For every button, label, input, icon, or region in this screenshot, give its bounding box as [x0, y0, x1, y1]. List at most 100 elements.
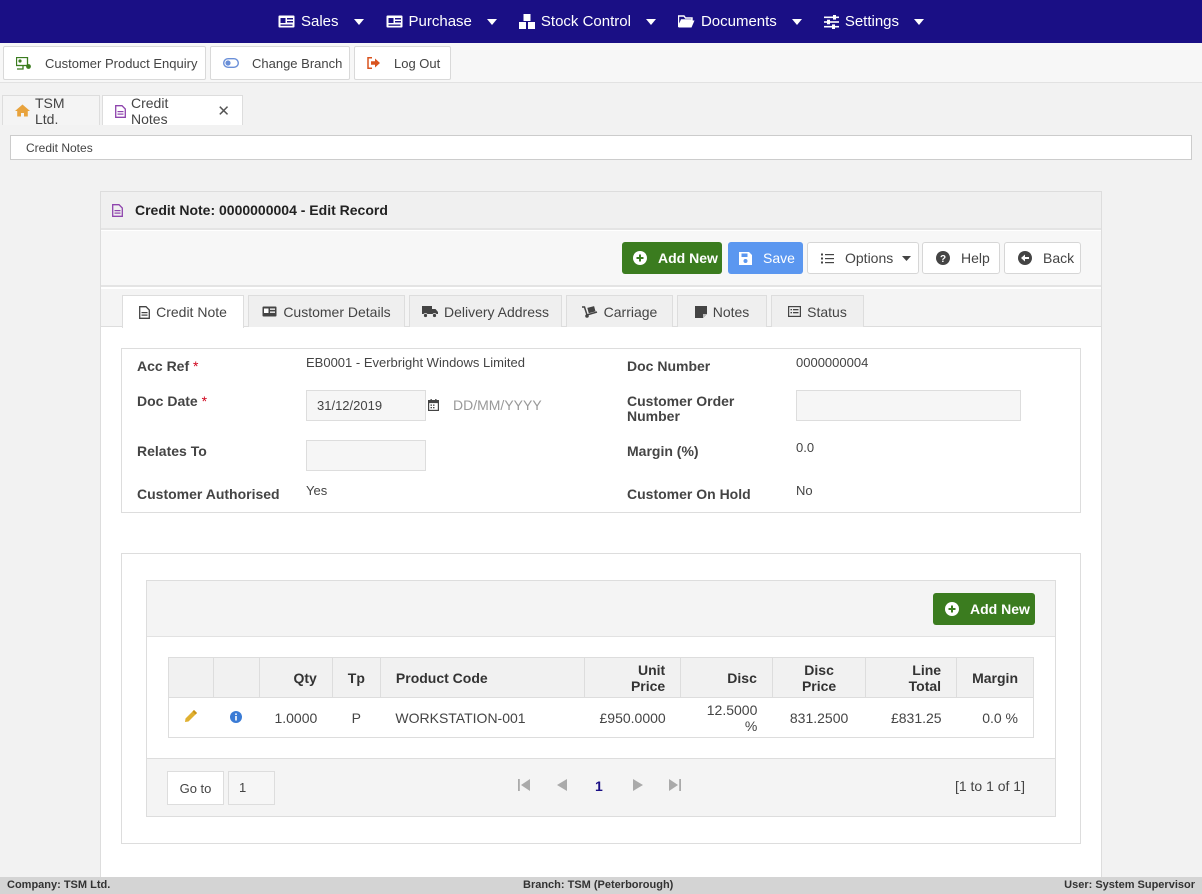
options-label: Options [845, 250, 894, 266]
margin-label: Margin (%) [627, 443, 699, 459]
info-circle-icon[interactable] [230, 710, 243, 723]
nav-settings-label: Settings [844, 13, 900, 30]
sign-out-icon [367, 57, 381, 69]
customer-authorised-value: Yes [306, 483, 328, 498]
caret-down-icon [353, 18, 364, 25]
next-page-icon[interactable] [633, 779, 644, 791]
customer-order-number-label-line1: Customer Order [627, 393, 735, 409]
tab-status[interactable]: Status [771, 295, 864, 327]
column-header-tp[interactable]: Tp [331, 657, 381, 698]
save-label: Save [763, 250, 795, 266]
status-branch: Branch: TSM (Peterborough) [523, 879, 674, 891]
back-button[interactable]: Back [1004, 242, 1081, 274]
add-new-button[interactable]: Add New [622, 242, 722, 274]
save-button[interactable]: Save [728, 242, 803, 274]
column-header-disc[interactable]: Disc [680, 657, 773, 698]
folder-open-icon [677, 15, 695, 28]
svg-text:?: ? [940, 254, 946, 265]
cell-line-total: £831.25 [865, 697, 957, 738]
help-button[interactable]: ? Help [922, 242, 1000, 274]
doc-date-input[interactable]: 31/12/2019 [306, 390, 426, 421]
calendar-icon[interactable] [428, 399, 439, 411]
last-page-icon[interactable] [669, 779, 681, 791]
nav-settings[interactable]: Settings [813, 0, 935, 43]
column-header-qty[interactable]: Qty [258, 657, 333, 698]
customer-order-number-input[interactable] [796, 390, 1021, 421]
customer-authorised-label: Customer Authorised [137, 486, 280, 502]
lines-toolbar: Add New [147, 581, 1055, 637]
tab-customer-details-label: Customer Details [283, 303, 391, 320]
tab-credit-notes-label: Credit Notes [131, 95, 169, 127]
tab-status-label: Status [807, 303, 847, 320]
first-page-icon[interactable] [518, 779, 530, 791]
column-header-info [212, 657, 260, 698]
tab-credit-note-label: Credit Note [156, 304, 227, 320]
go-to-button[interactable]: Go to [167, 771, 224, 805]
pencil-icon[interactable] [184, 709, 198, 723]
required-marker: * [193, 358, 199, 374]
back-label: Back [1043, 250, 1075, 266]
customer-product-enquiry-label: Customer Product Enquiry [45, 55, 198, 71]
relates-to-input[interactable] [306, 440, 426, 471]
previous-page-icon[interactable] [556, 779, 567, 791]
pagination-bar: Go to 1 1 [1 to 1 of 1] [147, 759, 1055, 816]
cell-tp: P [332, 697, 381, 738]
nav-purchase[interactable]: Purchase [375, 0, 508, 43]
question-circle-icon: ? [936, 251, 950, 265]
doc-date-label: Doc Date * [137, 394, 207, 409]
credit-note-panel: Credit Note: 0000000004 - Edit Record Ad… [100, 191, 1102, 891]
close-icon[interactable]: ✕ [217, 102, 230, 120]
tab-credit-note[interactable]: Credit Note [122, 295, 244, 328]
go-to-page-input[interactable]: 1 [228, 771, 275, 805]
column-header-line-total[interactable]: Line Total [865, 657, 958, 698]
lines-table: Qty Tp Product Code Unit Price Disc Disc… [168, 657, 1034, 738]
margin-value: 0.0 [796, 440, 815, 455]
caret-down-icon [914, 18, 925, 25]
nav-purchase-label: Purchase [408, 13, 472, 30]
column-header-edit [168, 657, 214, 698]
file-icon [115, 104, 126, 118]
change-branch-button[interactable]: Change Branch [210, 46, 350, 80]
plus-circle-icon [945, 602, 959, 616]
truck-icon [421, 305, 438, 318]
table-row[interactable]: 1.0000 P WORKSTATION-001 £950.0000 12.50… [168, 697, 1034, 738]
nav-stock-control[interactable]: Stock Control [508, 0, 667, 43]
nav-sales-label: Sales [300, 13, 339, 30]
status-company: Company: TSM Ltd. [7, 879, 111, 891]
caret-down-icon [902, 255, 912, 261]
customer-on-hold-label: Customer On Hold [627, 486, 751, 502]
page-tab-bar: TSM Ltd. Credit Notes ✕ [0, 83, 1202, 127]
action-strip: Customer Product Enquiry Change Branch L… [0, 43, 1202, 83]
sticky-note-icon [694, 305, 707, 318]
tab-customer-details[interactable]: Customer Details [248, 295, 405, 327]
dolly-icon [581, 305, 598, 318]
add-line-button[interactable]: Add New [933, 593, 1035, 625]
nav-documents[interactable]: Documents [667, 0, 813, 43]
cell-disc-price: 831.2500 [772, 697, 866, 738]
customer-product-enquiry-button[interactable]: Customer Product Enquiry [3, 46, 206, 80]
plus-circle-icon [633, 251, 647, 265]
column-header-disc-price[interactable]: Disc Price [771, 657, 867, 698]
log-out-button[interactable]: Log Out [354, 46, 451, 80]
current-page-number[interactable]: 1 [595, 778, 603, 794]
id-card-icon [386, 15, 403, 28]
list-check-icon [821, 253, 834, 264]
acc-ref-label-text: Acc Ref [137, 358, 190, 374]
nav-sales[interactable]: Sales [267, 0, 375, 43]
tab-carriage[interactable]: Carriage [566, 295, 673, 327]
tab-notes[interactable]: Notes [677, 295, 767, 327]
main-content: Credit Notes Credit Note: 0000000004 - E… [0, 125, 1202, 891]
info-cell [213, 697, 260, 738]
cell-margin: 0.0 % [956, 697, 1034, 738]
sliders-icon [823, 14, 839, 29]
cell-qty: 1.0000 [259, 697, 333, 738]
tab-tsm-ltd[interactable]: TSM Ltd. [2, 95, 100, 127]
column-header-unit-price[interactable]: Unit Price [583, 657, 682, 698]
column-header-margin[interactable]: Margin [956, 657, 1034, 698]
doc-date-label-text: Doc Date [137, 393, 198, 409]
column-header-product-code[interactable]: Product Code [379, 657, 586, 698]
options-button[interactable]: Options [807, 242, 919, 274]
tab-credit-notes[interactable]: Credit Notes ✕ [102, 95, 243, 127]
date-format-hint: DD/MM/YYYY [453, 397, 542, 413]
tab-delivery-address[interactable]: Delivery Address [409, 295, 562, 327]
